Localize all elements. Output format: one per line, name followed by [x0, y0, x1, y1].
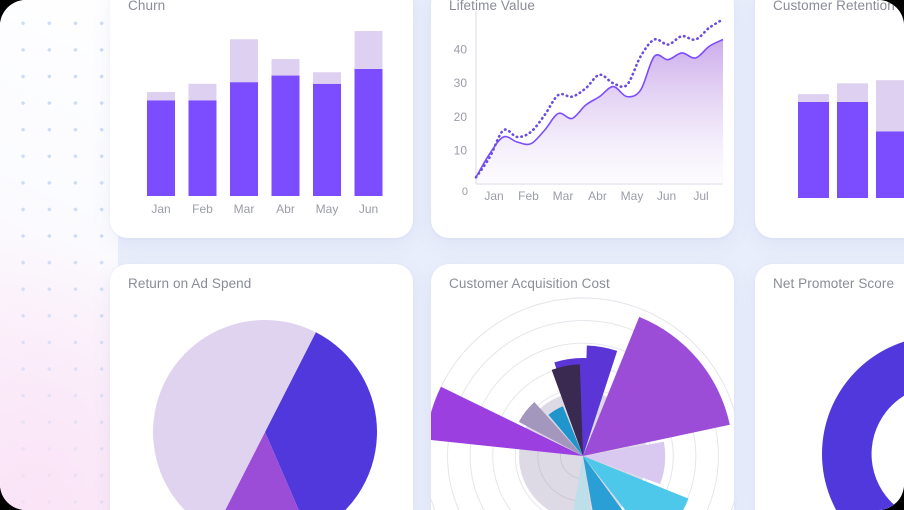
bar-segment-extra: [147, 92, 175, 101]
bar-segment-extra: [313, 72, 341, 84]
bar-segment-extra: [798, 94, 829, 102]
bar-segment-extra: [271, 59, 300, 76]
card-customer-acquisition-cost[interactable]: Customer Acquisition Cost: [431, 264, 734, 510]
x-tick-label: Feb: [192, 202, 213, 216]
bar-segment-base: [876, 131, 904, 198]
dashboard-root: Churn Jan Feb Mar Abr May Jun Lifetime Value …: [0, 0, 904, 510]
chart-customer-acquisition-cost: [431, 297, 734, 510]
x-tick-label: Jan: [484, 189, 503, 203]
bar-segment-base: [188, 100, 217, 196]
bar-segment-extra: [354, 31, 383, 69]
x-tick-label: Jun: [657, 189, 676, 203]
bar-segment-base: [798, 101, 829, 198]
x-tick-label: Feb: [518, 189, 539, 203]
card-customer-retention-rate[interactable]: Customer Retention Rate: [755, 0, 904, 238]
donut-slice-promoters: [822, 341, 904, 510]
bar-segment-extra: [876, 80, 904, 132]
chart-return-on-ad-spend: [152, 320, 377, 510]
decorative-dot-pattern: [0, 0, 118, 510]
y-tick-label: 20: [454, 110, 468, 124]
x-tick-label: May: [316, 202, 339, 216]
bar-segment-extra: [188, 83, 217, 101]
card-net-promoter-score[interactable]: Net Promoter Score: [755, 264, 904, 510]
chart-customer-retention-rate: [798, 80, 904, 198]
x-tick-label: Mar: [234, 202, 255, 216]
x-tick-label: Mar: [553, 189, 574, 203]
chart-churn: Jan Feb Mar Abr May Jun: [147, 31, 383, 216]
x-tick-label: Jan: [151, 202, 170, 216]
bar-segment-base: [837, 101, 868, 198]
x-tick-label: Abr: [276, 202, 295, 216]
dashboard-card-grid: Churn Jan Feb Mar Abr May Jun Lifetime Value …: [110, 0, 904, 510]
x-tick-label: Jun: [359, 202, 378, 216]
x-tick-label: May: [621, 189, 644, 203]
card-lifetime-value[interactable]: Lifetime Value 0 10 20 30 40 Jan Feb Mar Abr May J…: [431, 0, 734, 238]
bar-segment-base: [313, 83, 341, 196]
bar-segment-base: [354, 68, 383, 196]
y-tick-label: 10: [454, 143, 468, 157]
x-tick-label: Abr: [588, 189, 607, 203]
card-return-on-ad-spend[interactable]: Return on Ad Spend: [110, 264, 413, 510]
y-tick-label: 40: [454, 43, 468, 57]
card-churn[interactable]: Churn Jan Feb Mar Abr May Jun: [110, 0, 413, 238]
bar-segment-base: [147, 100, 175, 196]
area-fill-actual: [476, 39, 723, 184]
chart-net-promoter-score: [822, 341, 904, 510]
y-tick-label: 30: [454, 76, 468, 90]
bar-segment-base: [271, 75, 300, 196]
bar-segment-extra: [230, 39, 258, 83]
bar-segment-base: [230, 82, 258, 196]
bar-segment-extra: [837, 83, 868, 102]
chart-lifetime-value: 0 10 20 30 40 Jan Feb Mar Abr May Jun Jul: [454, 11, 725, 203]
x-tick-label: Jul: [693, 189, 708, 203]
y-tick-label: 0: [462, 186, 468, 198]
